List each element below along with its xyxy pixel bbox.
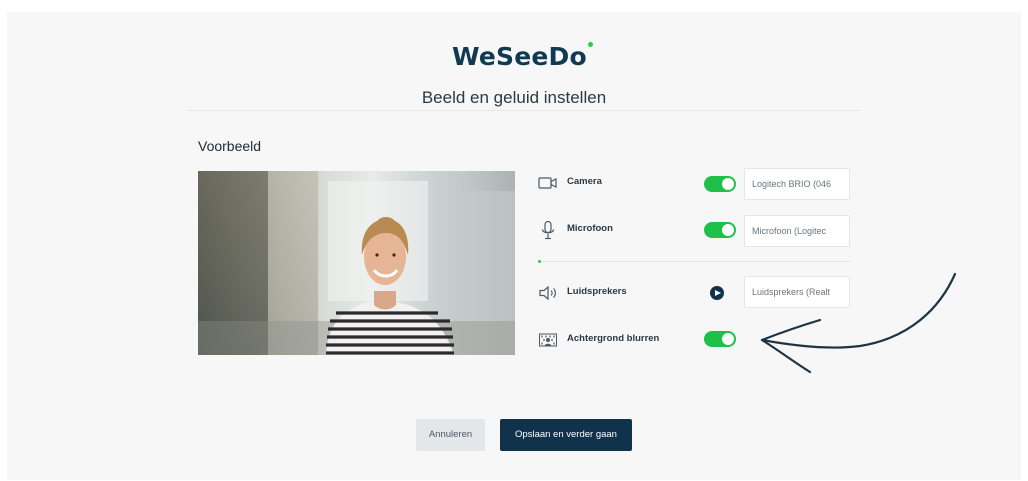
- header-divider: [187, 110, 860, 111]
- camera-icon: [538, 177, 557, 189]
- speaker-label: Luidsprekers: [567, 286, 627, 297]
- preview-person: [326, 217, 454, 355]
- camera-device-select[interactable]: Logitech BRIO (046: [744, 168, 850, 200]
- microphone-icon: [541, 220, 555, 240]
- background-blur-toggle[interactable]: [704, 331, 736, 347]
- microphone-label: Microfoon: [567, 223, 613, 234]
- camera-preview: [198, 171, 515, 355]
- background-blur-label: Achtergrond blurren: [567, 333, 660, 344]
- hand-drawn-arrow-icon: [760, 272, 957, 374]
- camera-label: Camera: [567, 176, 602, 187]
- brand-dot: [588, 42, 593, 47]
- brand-name: WeSeeDo: [452, 42, 587, 71]
- background-blur-icon: [539, 333, 557, 347]
- save-and-continue-button[interactable]: Opslaan en verder gaan: [500, 419, 632, 451]
- preview-label: Voorbeeld: [198, 138, 262, 154]
- microphone-toggle[interactable]: [704, 222, 736, 238]
- settings-divider: [538, 260, 851, 263]
- cancel-button[interactable]: Annuleren: [416, 419, 485, 451]
- page-title: Beeld en geluid instellen: [421, 88, 607, 107]
- play-test-sound-icon[interactable]: [710, 286, 724, 300]
- camera-toggle[interactable]: [704, 176, 736, 192]
- divider-accent-dot: [538, 260, 541, 263]
- microphone-device-select[interactable]: Microfoon (Logitec: [744, 215, 850, 247]
- speaker-icon: [539, 285, 556, 301]
- brand-logo: WeSeeDo: [452, 42, 602, 74]
